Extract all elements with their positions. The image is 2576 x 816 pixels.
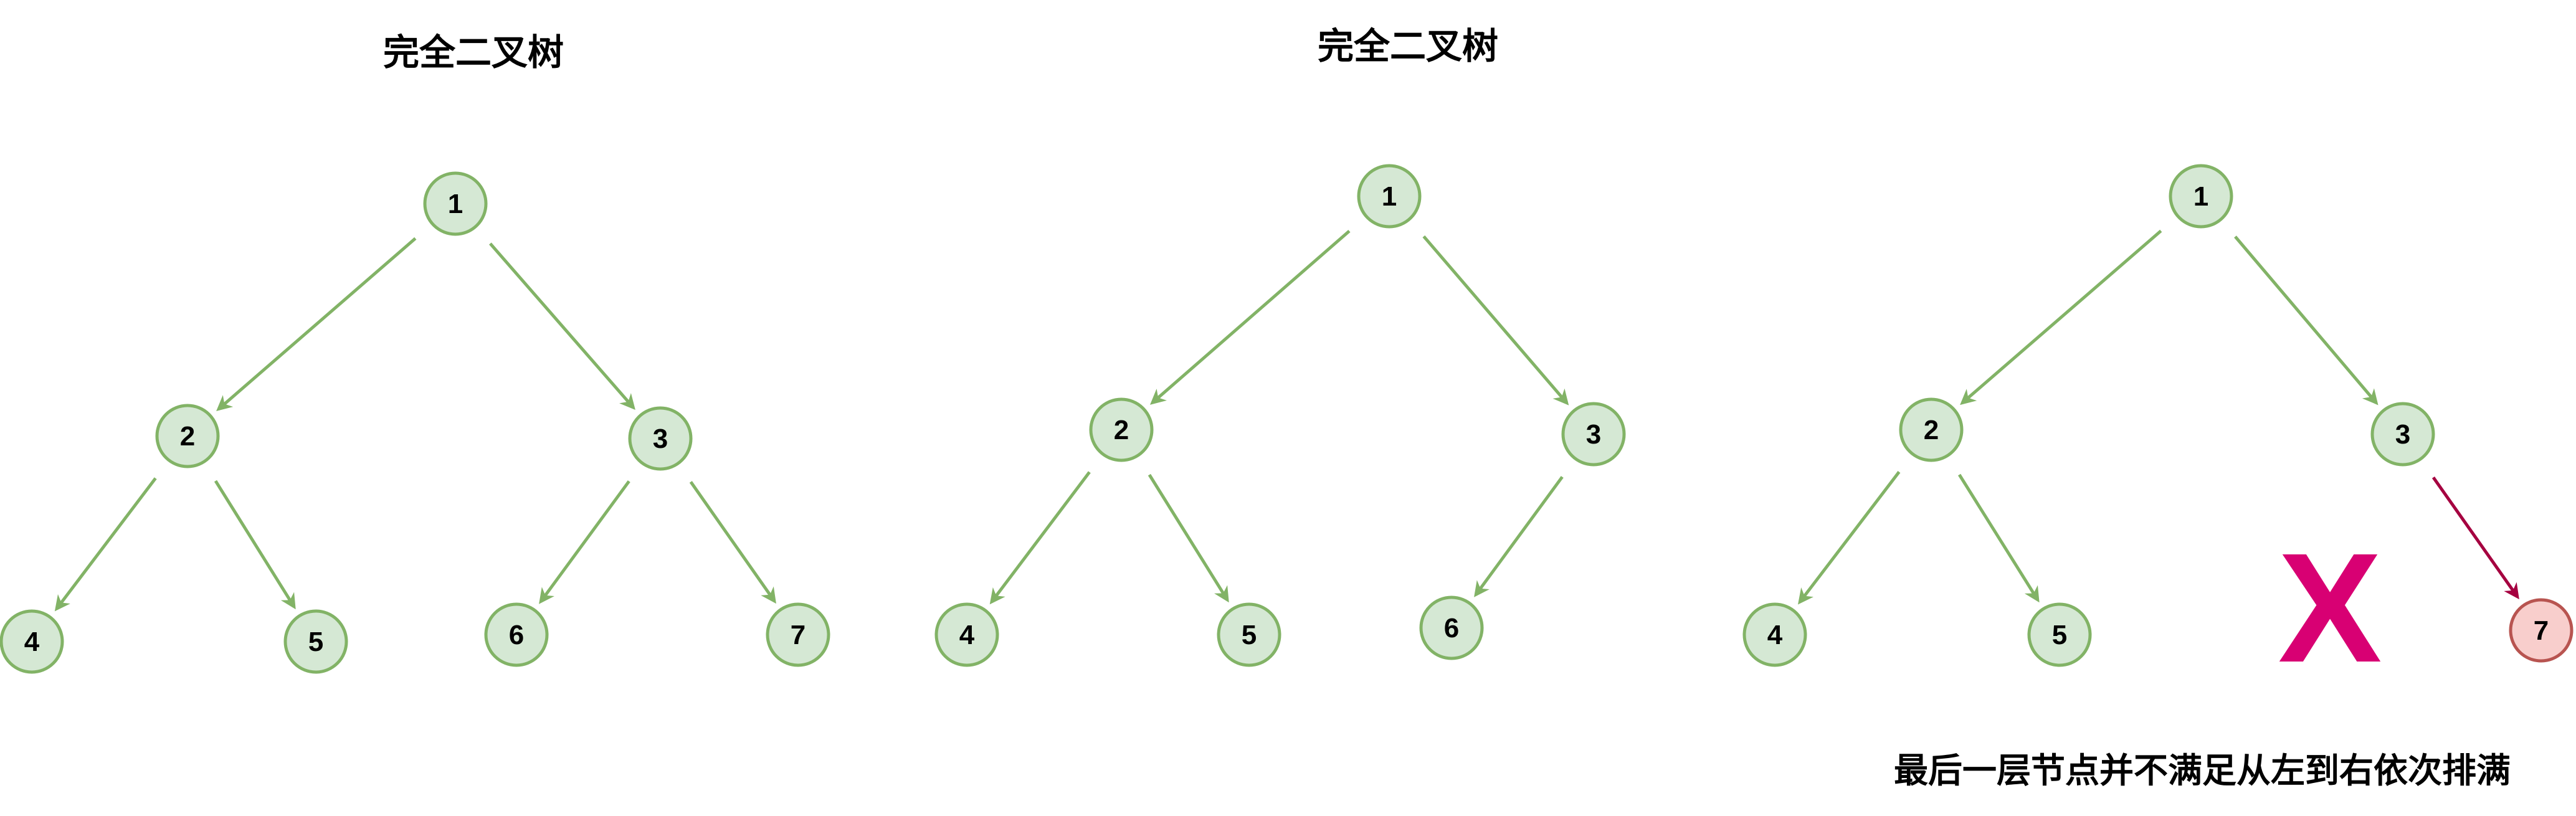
edge-n2-n5 [1957,473,2040,603]
node-label: 4 [959,620,975,650]
tree-node-4: 4 [934,602,999,667]
tree-node-1: 1 [2169,164,2233,229]
tree-node-2: 2 [1899,397,1964,462]
edge-n3-n7 [2431,477,2519,600]
diagram-title: 完全二叉树 [383,31,564,74]
edge-n1-n2 [216,237,417,412]
binary-tree-diagrams: 1 2 3 4 5 6 7 完全二叉树 1 2 3 4 5 6 完全二叉树 1 2 3 4 5 7 X 最后一层… [0,25,2574,790]
node-layer: 1 2 3 4 5 7 [1742,164,2574,667]
tree-node-2: 2 [1089,397,1154,462]
tree-node-6: 6 [1419,595,1484,660]
tree-node-4: 4 [1742,602,1807,667]
tree-node-3: 3 [628,406,693,471]
tree-complete-partial: 1 2 3 4 5 6 完全二叉树 [934,25,1626,667]
node-label: 3 [653,424,668,454]
tree-node-2: 2 [155,404,220,468]
node-label: 6 [1444,613,1459,643]
edge-n1-n3 [489,242,635,410]
node-label: 2 [1924,415,1939,445]
node-label: 3 [1586,419,1601,450]
node-label: 6 [509,620,524,650]
diagram-title: 完全二叉树 [1318,25,1498,67]
tree-node-5: 5 [1217,602,1281,667]
node-layer: 1 2 3 4 5 6 7 [0,171,830,674]
tree-node-5: 5 [283,609,348,674]
node-label: 2 [180,421,195,452]
edge-n3-n6 [1474,476,1564,597]
node-label: 4 [24,627,40,657]
node-layer: 1 2 3 4 5 6 [934,164,1626,667]
tree-not-complete: 1 2 3 4 5 7 X 最后一层节点并不满足从左到右依次排满 [1742,164,2574,790]
cross-mark-icon: X [2278,521,2382,695]
node-label: 5 [2052,620,2067,650]
tree-node-4: 4 [0,609,64,674]
tree-node-5: 5 [2027,602,2092,667]
edge-n2-n4 [1797,471,1901,605]
diagram-caption: 最后一层节点并不满足从左到右依次排满 [1894,751,2511,790]
edge-n3-n7 [689,481,776,604]
node-label: 1 [448,189,463,219]
node-label: 3 [2395,419,2410,450]
node-label: 7 [2534,615,2549,646]
tree-node-3: 3 [1561,402,1626,467]
edge-n1-n3 [1422,235,1569,406]
edge-n1-n2 [1960,229,2162,406]
edge-n2-n5 [1148,473,1229,603]
node-label: 5 [308,627,323,657]
node-label: 2 [1114,415,1129,445]
tree-complete-full: 1 2 3 4 5 6 7 完全二叉树 [0,31,830,674]
node-label: 1 [1382,181,1397,212]
edge-n2-n4 [54,477,157,612]
tree-node-1: 1 [423,171,488,236]
node-label: 4 [1767,620,1783,650]
edge-n3-n6 [539,480,630,604]
node-label: 1 [2193,181,2208,212]
edge-n1-n2 [1149,229,1351,405]
tree-node-7: 7 [2509,598,2574,663]
edge-n1-n3 [2234,235,2379,406]
tree-node-3: 3 [2370,402,2435,467]
node-label: 5 [1242,620,1257,650]
edge-n2-n4 [989,471,1091,605]
tree-node-7: 7 [766,602,830,667]
edge-n2-n5 [214,480,296,610]
node-label: 7 [791,620,806,650]
tree-node-6: 6 [484,602,549,667]
tree-node-1: 1 [1357,164,1422,229]
edge-layer [989,229,1569,605]
